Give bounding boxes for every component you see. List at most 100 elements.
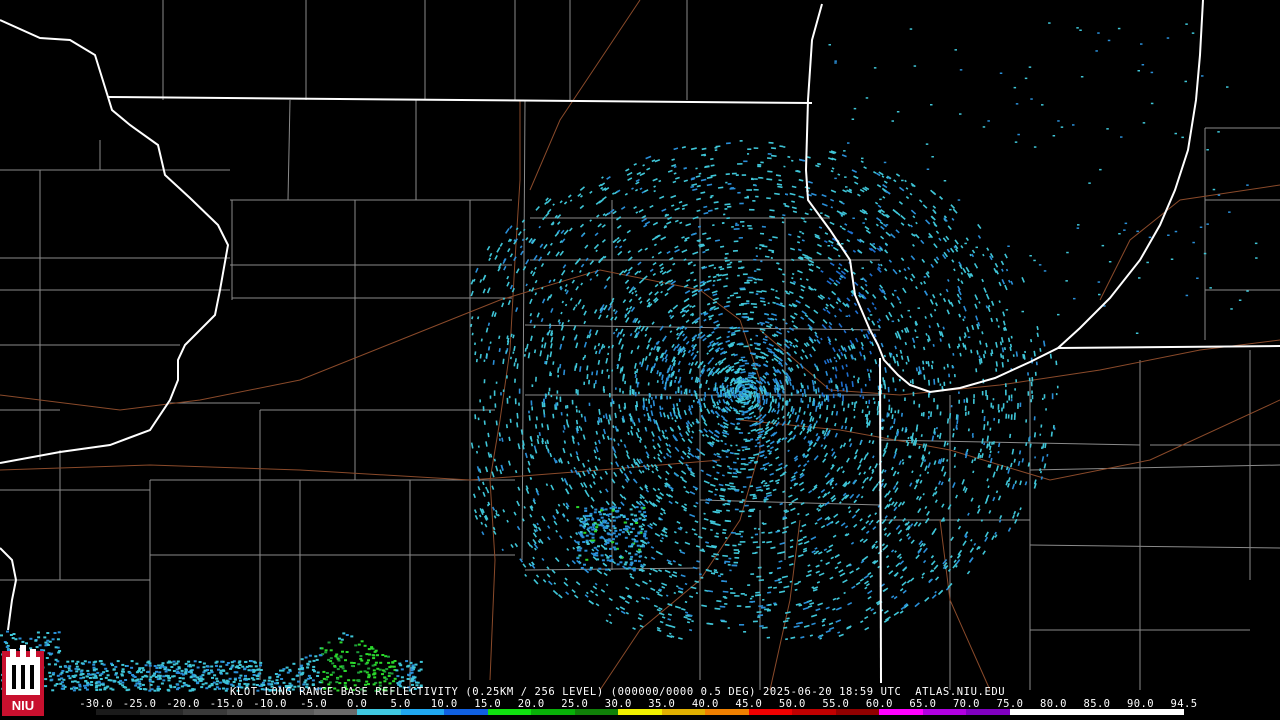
echo-pixel xyxy=(964,411,967,416)
echo-pixel xyxy=(802,393,804,397)
echo-pixel xyxy=(818,401,821,405)
echo-pixel xyxy=(861,157,864,160)
echo-pixel xyxy=(953,373,956,378)
echo-pixel xyxy=(737,191,741,194)
echo-pixel xyxy=(982,126,986,128)
echo-pixel xyxy=(955,427,958,430)
echo-pixel xyxy=(898,378,901,382)
echo-pixel xyxy=(586,518,590,521)
echo-pixel xyxy=(873,67,877,69)
echo-pixel xyxy=(1007,414,1010,419)
echo-pixel xyxy=(201,683,205,686)
echo-pixel xyxy=(629,523,633,526)
echo-pixel xyxy=(580,517,584,520)
echo-pixel xyxy=(416,681,420,684)
echo-pixel xyxy=(600,536,604,539)
echo-pixel xyxy=(483,379,486,384)
echo-pixel xyxy=(666,395,668,400)
echo-pixel xyxy=(809,396,811,403)
echo-pixel xyxy=(1048,22,1051,24)
echo-pixel xyxy=(1212,188,1216,191)
echo-pixel xyxy=(958,391,960,394)
echo-pixel xyxy=(818,394,821,399)
echo-pixel xyxy=(607,538,611,541)
echo-pixel xyxy=(609,507,613,510)
echo-pixel xyxy=(949,381,952,384)
echo-pixel xyxy=(1007,245,1010,247)
state-border-4 xyxy=(879,357,882,684)
echo-pixel xyxy=(753,188,759,191)
echo-pixel xyxy=(1108,261,1112,263)
echo-pixel xyxy=(182,682,186,684)
echo-pixel xyxy=(737,543,742,546)
echo-pixel xyxy=(1217,131,1220,133)
echo-pixel xyxy=(547,391,550,395)
echo-pixel xyxy=(1060,126,1064,128)
echo-pixel xyxy=(844,176,847,178)
echo-pixel xyxy=(329,649,333,652)
echo-pixel xyxy=(743,631,747,633)
echo-pixel xyxy=(18,637,22,640)
echo-pixel xyxy=(842,388,845,392)
echo-pixel xyxy=(963,399,966,403)
echo-pixel xyxy=(595,526,599,529)
echo-pixel xyxy=(841,400,844,406)
echo-pixel xyxy=(735,444,738,447)
echo-pixel xyxy=(1040,424,1043,428)
echo-pixel xyxy=(489,395,492,399)
echo-pixel xyxy=(973,398,975,404)
echo-pixel xyxy=(308,654,312,657)
echo-pixel xyxy=(591,528,595,531)
echo-pixel xyxy=(845,315,849,317)
echo-pixel xyxy=(853,107,857,110)
echo-pixel xyxy=(144,664,148,667)
echo-pixel xyxy=(409,661,413,664)
echo-pixel xyxy=(883,394,886,399)
echo-pixel xyxy=(724,207,728,210)
echo-pixel xyxy=(571,399,574,405)
echo-pixel xyxy=(824,398,826,402)
echo-pixel xyxy=(579,547,583,550)
echo-pixel xyxy=(746,280,749,282)
echo-pixel xyxy=(730,592,736,595)
echo-pixel xyxy=(990,402,993,408)
echo-pixel xyxy=(121,668,125,671)
echo-pixel xyxy=(1192,241,1195,244)
echo-pixel xyxy=(615,542,619,545)
echo-pixel xyxy=(622,516,626,518)
echo-pixel xyxy=(740,468,746,470)
echo-pixel xyxy=(615,510,618,513)
echo-pixel xyxy=(891,120,894,122)
echo-pixel xyxy=(629,389,632,396)
echo-pixel xyxy=(148,664,152,667)
echo-pixel xyxy=(639,545,643,548)
echo-pixel xyxy=(98,660,102,663)
echo-pixel xyxy=(742,486,747,488)
echo-pixel xyxy=(1196,277,1199,279)
echo-pixel xyxy=(694,391,697,397)
echo-pixel xyxy=(596,558,600,561)
echo-pixel xyxy=(83,660,87,663)
echo-pixel xyxy=(616,563,620,566)
echo-pixel xyxy=(584,510,588,512)
echo-pixel xyxy=(749,485,754,488)
echo-pixel xyxy=(727,563,731,566)
echo-pixel xyxy=(578,554,582,557)
echo-pixel xyxy=(64,665,68,668)
echo-pixel xyxy=(341,667,345,670)
echo-pixel xyxy=(550,394,553,398)
echo-pixel xyxy=(1201,75,1204,77)
echo-pixel xyxy=(172,660,176,663)
echo-pixel xyxy=(638,569,642,571)
echo-pixel xyxy=(727,182,732,185)
echo-pixel xyxy=(605,514,609,516)
echo-pixel xyxy=(747,276,754,279)
echo-pixel xyxy=(638,550,642,553)
echo-pixel xyxy=(997,404,1000,410)
echo-pixel xyxy=(609,560,613,562)
echo-pixel xyxy=(740,220,745,223)
echo-pixel xyxy=(1043,270,1047,272)
echo-pixel xyxy=(637,560,641,563)
echo-pixel xyxy=(957,199,961,201)
echo-pixel xyxy=(759,247,762,250)
